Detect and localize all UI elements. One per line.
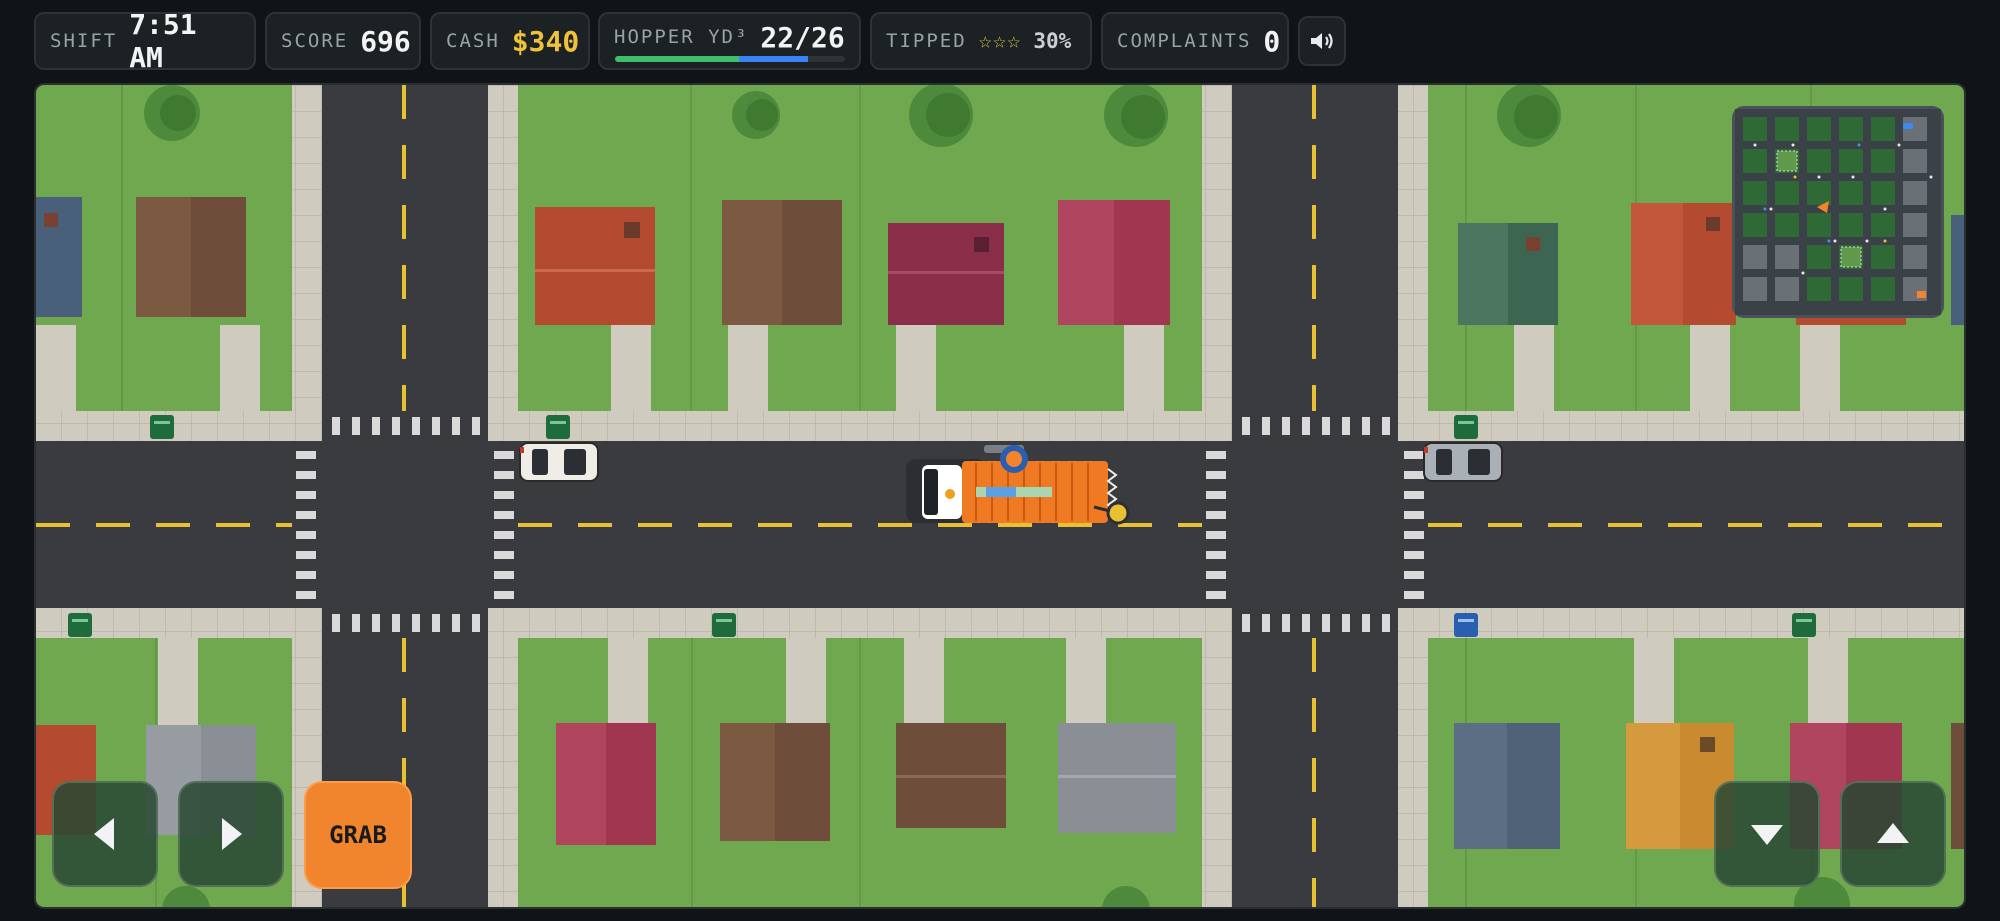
move-left-button[interactable] xyxy=(52,781,158,887)
complaints-value: 0 xyxy=(1263,24,1281,58)
complaints-label: COMPLAINTS xyxy=(1117,30,1252,52)
move-down-button[interactable] xyxy=(1714,781,1820,887)
score-display: SCORE 696 xyxy=(265,12,421,70)
shift-label: SHIFT xyxy=(50,30,118,52)
cash-label: CASH xyxy=(446,30,500,52)
tipped-percent: 30% xyxy=(1033,29,1072,53)
arrow-up-icon xyxy=(1877,823,1909,843)
cash-display: CASH $340 xyxy=(430,12,590,70)
minimap-grid xyxy=(1735,109,1941,315)
arrow-left-icon xyxy=(94,818,114,850)
hopper-label: HOPPER YD³ xyxy=(614,26,749,48)
minimap xyxy=(1732,106,1944,318)
score-value: 696 xyxy=(360,24,411,58)
hopper-value: 22/26 xyxy=(760,20,845,54)
cash-value: $340 xyxy=(511,24,580,58)
tipped-label: TIPPED xyxy=(886,30,967,52)
shift-time: 7:51 AM xyxy=(129,8,197,74)
complaints-display: COMPLAINTS 0 xyxy=(1101,12,1289,70)
arrow-down-icon xyxy=(1751,825,1783,845)
move-up-button[interactable] xyxy=(1840,781,1946,887)
speaker-icon xyxy=(1311,33,1333,49)
hopper-fill-blue xyxy=(739,56,809,62)
arrow-right-icon xyxy=(222,818,242,850)
grab-button[interactable]: GRAB xyxy=(304,781,412,889)
move-right-button[interactable] xyxy=(178,781,284,887)
score-label: SCORE xyxy=(281,30,349,52)
shift-display: SHIFT 7:51 AM xyxy=(34,8,256,74)
hopper-fill-bar xyxy=(615,56,845,62)
tipped-stars: ☆☆☆ xyxy=(978,28,1022,54)
tipped-display: TIPPED ☆☆☆ 30% xyxy=(870,12,1092,70)
sound-toggle-button[interactable] xyxy=(1298,16,1346,66)
hopper-display: HOPPER YD³ 22/26 xyxy=(598,12,861,70)
hopper-fill-green xyxy=(615,56,740,62)
